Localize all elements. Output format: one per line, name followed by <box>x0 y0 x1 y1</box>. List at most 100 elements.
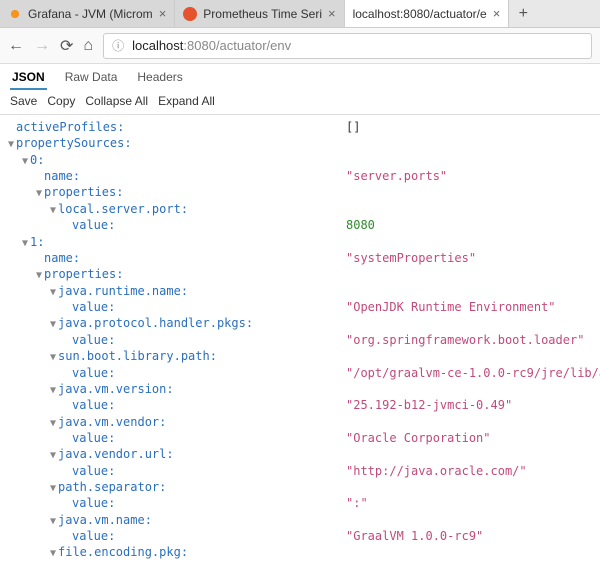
browser-tab[interactable]: Grafana - JVM (Microm × <box>0 0 175 27</box>
json-row[interactable]: ▼propertySources: <box>6 135 600 152</box>
chevron-down-icon[interactable]: ▼ <box>34 269 44 283</box>
copy-button[interactable]: Copy <box>47 94 75 108</box>
browser-tab[interactable]: localhost:8080/actuator/e × <box>345 0 510 27</box>
json-key: name: <box>44 251 80 265</box>
json-key: value: <box>72 464 115 478</box>
json-row[interactable]: ▼properties: <box>6 266 600 283</box>
json-row[interactable]: value: 8080 <box>6 217 600 233</box>
json-key: value: <box>72 431 115 445</box>
json-value: "/opt/graalvm-ce-1.0.0-rc9/jre/lib/amd64… <box>346 365 600 381</box>
json-row[interactable]: value: "http://java.oracle.com/" <box>6 463 600 479</box>
tab-json[interactable]: JSON <box>10 68 47 90</box>
chevron-down-icon[interactable]: ▼ <box>48 482 58 496</box>
chevron-down-icon[interactable]: ▼ <box>48 417 58 431</box>
json-row[interactable]: value: ":" <box>6 495 600 511</box>
json-row[interactable]: value: "GraalVM 1.0.0-rc9" <box>6 528 600 544</box>
reload-button[interactable]: ⟳ <box>60 36 73 56</box>
json-key: value: <box>72 218 115 232</box>
close-icon[interactable]: × <box>493 6 501 21</box>
json-row[interactable]: value:"OpenJDK Runtime Environment" <box>6 299 600 315</box>
json-row[interactable]: name:"server.ports" <box>6 168 600 184</box>
json-key: properties: <box>44 185 123 199</box>
url-bar[interactable]: ⓘ localhost:8080/actuator/env <box>103 33 592 59</box>
json-value: 8080 <box>346 217 375 233</box>
tab-rawdata[interactable]: Raw Data <box>63 68 120 90</box>
json-key: activeProfiles: <box>16 120 124 134</box>
grafana-icon <box>8 7 22 21</box>
json-row[interactable]: ▼sun.boot.library.path: <box>6 348 600 365</box>
json-row[interactable]: name: "systemProperties" <box>6 250 600 266</box>
json-row[interactable]: ▼java.runtime.name: <box>6 283 600 300</box>
back-button[interactable]: ← <box>8 37 24 55</box>
json-row[interactable]: value: "org.springframework.boot.loader" <box>6 332 600 348</box>
nav-toolbar: ← → ⟳ ⌂ ⓘ localhost:8080/actuator/env <box>0 28 600 64</box>
json-key: sun.boot.library.path: <box>58 349 217 363</box>
json-key: 1: <box>30 235 44 249</box>
chevron-down-icon[interactable]: ▼ <box>20 155 30 169</box>
json-row[interactable]: ▼path.separator: <box>6 479 600 496</box>
expand-all-button[interactable]: Expand All <box>158 94 215 108</box>
json-row[interactable]: ▼local.server.port: <box>6 201 600 218</box>
browser-tabbar: Grafana - JVM (Microm × Prometheus Time … <box>0 0 600 28</box>
json-row[interactable]: ▼java.vm.vendor: <box>6 414 600 431</box>
json-key: properties: <box>44 267 123 281</box>
json-tree: activeProfiles:[]▼propertySources:▼0:nam… <box>0 115 600 561</box>
close-icon[interactable]: × <box>159 6 167 21</box>
json-row[interactable]: value: "25.192-b12-jvmci-0.49" <box>6 397 600 413</box>
tab-title: Prometheus Time Seri <box>203 7 322 21</box>
chevron-down-icon[interactable]: ▼ <box>48 547 58 561</box>
json-row[interactable]: ▼java.vm.version: <box>6 381 600 398</box>
info-icon[interactable]: ⓘ <box>112 37 124 54</box>
json-row[interactable]: ▼properties: <box>6 184 600 201</box>
json-value: "Oracle Corporation" <box>346 430 491 446</box>
home-button[interactable]: ⌂ <box>83 37 93 55</box>
json-row[interactable]: ▼1: <box>6 234 600 251</box>
json-key: file.encoding.pkg: <box>58 545 188 559</box>
chevron-down-icon[interactable]: ▼ <box>48 204 58 218</box>
json-value: "GraalVM 1.0.0-rc9" <box>346 528 483 544</box>
json-key: value: <box>72 333 115 347</box>
json-row[interactable]: ▼java.protocol.handler.pkgs: <box>6 315 600 332</box>
chevron-down-icon[interactable]: ▼ <box>34 187 44 201</box>
json-row[interactable]: ▼file.encoding.pkg: <box>6 544 600 561</box>
json-key: java.vendor.url: <box>58 447 174 461</box>
chevron-down-icon[interactable]: ▼ <box>48 384 58 398</box>
json-value: "25.192-b12-jvmci-0.49" <box>346 397 512 413</box>
tab-headers[interactable]: Headers <box>135 68 184 90</box>
json-key: java.vm.vendor: <box>58 415 166 429</box>
json-key: value: <box>72 496 115 510</box>
close-icon[interactable]: × <box>328 6 336 21</box>
json-row[interactable]: ▼0: <box>6 152 600 169</box>
json-value: ":" <box>346 495 368 511</box>
browser-tab[interactable]: Prometheus Time Seri × <box>175 0 344 27</box>
chevron-down-icon[interactable]: ▼ <box>48 318 58 332</box>
tab-title: Grafana - JVM (Microm <box>28 7 153 21</box>
chevron-down-icon[interactable]: ▼ <box>6 138 16 152</box>
json-key: value: <box>72 300 115 314</box>
json-value: "systemProperties" <box>346 250 476 266</box>
view-tabs: JSON Raw Data Headers <box>0 64 600 90</box>
collapse-all-button[interactable]: Collapse All <box>85 94 148 108</box>
json-key: value: <box>72 398 115 412</box>
json-key: java.protocol.handler.pkgs: <box>58 316 253 330</box>
save-button[interactable]: Save <box>10 94 37 108</box>
json-value: "server.ports" <box>346 168 447 184</box>
chevron-down-icon[interactable]: ▼ <box>20 237 30 251</box>
json-row[interactable]: value: "Oracle Corporation" <box>6 430 600 446</box>
json-row[interactable]: value:"/opt/graalvm-ce-1.0.0-rc9/jre/lib… <box>6 365 600 381</box>
json-row[interactable]: activeProfiles:[] <box>6 119 600 135</box>
json-value: "org.springframework.boot.loader" <box>346 332 584 348</box>
prometheus-icon <box>183 7 197 21</box>
json-key: java.runtime.name: <box>58 284 188 298</box>
chevron-down-icon[interactable]: ▼ <box>48 515 58 529</box>
json-value: "http://java.oracle.com/" <box>346 463 527 479</box>
forward-button[interactable]: → <box>34 37 50 55</box>
json-row[interactable]: ▼java.vendor.url: <box>6 446 600 463</box>
json-key: value: <box>72 529 115 543</box>
chevron-down-icon[interactable]: ▼ <box>48 286 58 300</box>
chevron-down-icon[interactable]: ▼ <box>48 449 58 463</box>
json-key: path.separator: <box>58 480 166 494</box>
new-tab-button[interactable]: + <box>509 0 537 27</box>
json-row[interactable]: ▼java.vm.name: <box>6 512 600 529</box>
chevron-down-icon[interactable]: ▼ <box>48 351 58 365</box>
